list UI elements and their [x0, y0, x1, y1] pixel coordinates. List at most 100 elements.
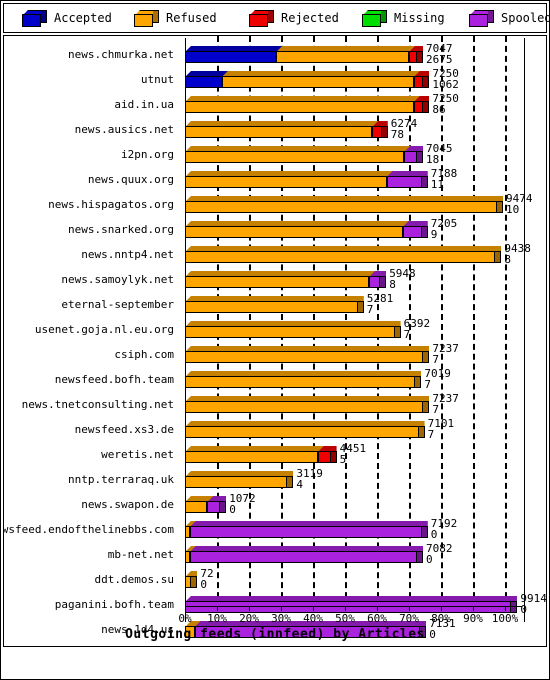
stacked-bar[interactable] — [185, 71, 430, 88]
bar-segment-spooled[interactable] — [369, 276, 381, 288]
y-axis-label: newsfeed.endofthelinebbs.com — [3, 523, 174, 536]
chart-row[interactable]: newsfeed.xs3.de 7101 7 — [4, 417, 546, 442]
stacked-bar[interactable] — [185, 296, 364, 313]
bar-segment-refused[interactable] — [185, 101, 414, 113]
stacked-bar[interactable] — [185, 46, 423, 63]
bar-segment-rejected[interactable] — [317, 451, 331, 463]
legend-swatch-icon — [469, 10, 495, 27]
x-axis-tick-label: 50% — [335, 612, 355, 625]
bar-segment-refused[interactable] — [185, 176, 387, 188]
bar-segment-accepted[interactable] — [185, 76, 222, 88]
stacked-bar[interactable] — [185, 546, 423, 563]
stacked-bar[interactable] — [185, 171, 428, 188]
chart-row[interactable]: news.nntp4.net 9438 8 — [4, 242, 546, 267]
bar-secondary-value: 2675 — [426, 53, 453, 66]
chart-row[interactable]: usenet.goja.nl.eu.org 6392 7 — [4, 317, 546, 342]
stacked-bar[interactable] — [185, 371, 422, 388]
y-axis-label: i2pn.org — [121, 148, 174, 161]
chart-row[interactable]: aid.in.ua 7250 86 — [4, 92, 546, 117]
bar-segment-refused[interactable] — [185, 376, 416, 388]
bar-cap — [381, 121, 388, 138]
stacked-bar[interactable] — [185, 271, 387, 288]
chart-row[interactable]: mb-net.net 7082 0 — [4, 542, 546, 567]
chart-row[interactable]: news.tnetconsulting.net 7237 7 — [4, 392, 546, 417]
bar-segment-refused[interactable] — [185, 426, 419, 438]
bar-segment-rejected[interactable] — [413, 76, 424, 88]
legend-swatch-face — [22, 14, 41, 27]
bar-segment-refused[interactable] — [185, 501, 208, 513]
chart-row[interactable]: news.chmurka.net 7047 2675 — [4, 42, 546, 67]
stacked-bar[interactable] — [185, 421, 425, 438]
stacked-bar[interactable] — [185, 521, 428, 538]
stacked-bar[interactable] — [185, 471, 294, 488]
bar-secondary-value: 18 — [426, 153, 440, 166]
bar-segment-rejected[interactable] — [413, 101, 424, 113]
chart-row[interactable]: news.quux.org 7188 11 — [4, 167, 546, 192]
bar-segment-spooled[interactable] — [404, 151, 417, 163]
stacked-bar[interactable] — [185, 496, 227, 513]
bar-segment-refused[interactable] — [185, 301, 358, 313]
x-axis-tick-label: 100% — [491, 612, 519, 625]
bar-cap — [417, 146, 423, 163]
bar-segment-refused[interactable] — [185, 451, 318, 463]
bar-segment-spooled[interactable] — [402, 226, 422, 238]
bar-segment-rejected[interactable] — [372, 126, 382, 138]
bar-segment-refused[interactable] — [276, 51, 409, 63]
stacked-bar[interactable] — [185, 396, 430, 413]
stacked-bar[interactable] — [185, 321, 401, 338]
stacked-bar[interactable] — [185, 571, 198, 588]
chart-row[interactable]: eternal-september 5281 7 — [4, 292, 546, 317]
chart-row[interactable]: news.snarked.org 7205 9 — [4, 217, 546, 242]
chart-row[interactable]: weretis.net 4451 5 — [4, 442, 546, 467]
bar-cap-side — [421, 526, 428, 538]
stacked-bar[interactable] — [185, 346, 430, 363]
bar-segment-spooled[interactable] — [386, 176, 422, 188]
bar-value-labels: 5948 8 — [389, 268, 416, 290]
stacked-bar[interactable] — [185, 96, 430, 113]
bar-cap-side — [418, 426, 425, 438]
x-axis-tick — [249, 606, 250, 611]
bar-segment-refused[interactable] — [185, 226, 403, 238]
bar-segment-spooled[interactable] — [207, 501, 221, 513]
stacked-bar[interactable] — [185, 146, 423, 163]
bar-segment-refused[interactable] — [185, 401, 424, 413]
bar-segment-spooled[interactable] — [189, 551, 417, 563]
bar-cap-side — [357, 301, 364, 313]
chart-row[interactable]: newsfeed.bofh.team 7019 7 — [4, 367, 546, 392]
chart-row[interactable]: i2pn.org 7045 18 — [4, 142, 546, 167]
bar-cap — [421, 221, 428, 238]
bar-segment-refused[interactable] — [185, 251, 496, 263]
bar-segment-refused[interactable] — [221, 76, 414, 88]
stacked-bar[interactable] — [185, 221, 428, 238]
chart-row[interactable]: csiph.com 7237 7 — [4, 342, 546, 367]
bar-segment-refused[interactable] — [185, 126, 373, 138]
chart-row[interactable]: news.ausics.net 6274 78 — [4, 117, 546, 142]
bar-value-labels: 9474 10 — [506, 193, 533, 215]
legend-swatch-face — [134, 14, 153, 27]
bar-segment-spooled[interactable] — [189, 526, 422, 538]
bar-segment-refused[interactable] — [185, 276, 369, 288]
stacked-bar[interactable] — [185, 121, 388, 138]
bar-value-labels: 7019 7 — [424, 368, 451, 390]
bar-segment-refused[interactable] — [185, 151, 405, 163]
chart-row[interactable]: newsfeed.endofthelinebbs.com 7192 0 — [4, 517, 546, 542]
bar-secondary-value: 86 — [432, 103, 446, 116]
chart-row[interactable]: news.samoylyk.net 5948 8 — [4, 267, 546, 292]
chart-row[interactable]: ddt.demos.su 72 0 — [4, 567, 546, 592]
chart-row[interactable]: news.hispagatos.org 9474 10 — [4, 192, 546, 217]
bar-segment-rejected[interactable] — [409, 51, 417, 63]
bar-cap — [220, 496, 227, 513]
stacked-bar[interactable] — [185, 196, 503, 213]
bar-segment-accepted[interactable] — [185, 51, 277, 63]
bar-segment-refused[interactable] — [185, 201, 497, 213]
stacked-bar[interactable] — [185, 246, 502, 263]
chart-row[interactable]: utnut 7250 1062 — [4, 67, 546, 92]
bar-segment-refused[interactable] — [185, 351, 424, 363]
bar-segment-refused[interactable] — [185, 326, 395, 338]
x-axis-tick-label: 60% — [367, 612, 387, 625]
stacked-bar[interactable] — [185, 446, 337, 463]
chart-row[interactable]: nntp.terraraq.uk 3119 4 — [4, 467, 546, 492]
chart-row[interactable]: news.swapon.de 1072 0 — [4, 492, 546, 517]
x-axis: Outgoing feeds (innfeed) by Articles 0% 1… — [4, 606, 546, 646]
bar-segment-refused[interactable] — [185, 476, 288, 488]
